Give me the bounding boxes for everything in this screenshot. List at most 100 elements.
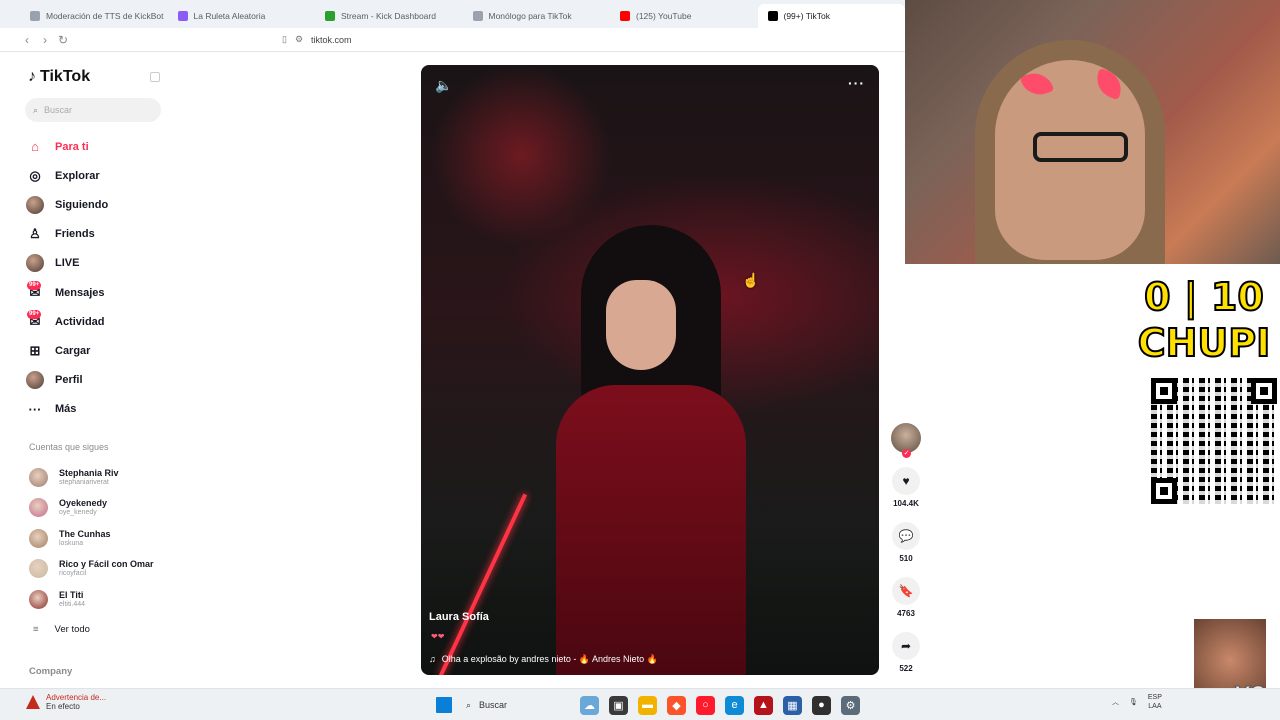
bookmark-icon[interactable]: ▯ <box>282 34 287 45</box>
company-link[interactable]: Company <box>29 666 72 677</box>
brave-browser-icon[interactable]: ◆ <box>667 695 686 715</box>
tab-favicon-icon <box>30 11 40 21</box>
warning-title: Advertencia de... <box>46 693 107 702</box>
see-all-link[interactable]: ≡ Ver todo <box>33 624 90 635</box>
file-explorer-icon[interactable]: ▬ <box>638 695 657 715</box>
bookmark-icon[interactable]: 🔖 <box>892 577 920 605</box>
account-handle: eltiti.444 <box>59 600 86 608</box>
opera-icon[interactable]: ○ <box>696 695 715 715</box>
friends-icon: ♙ <box>29 226 41 242</box>
avatar <box>29 467 48 487</box>
video-author[interactable]: Laura Sofía <box>429 611 489 623</box>
sidebar-item-live[interactable]: LIVE <box>26 249 108 278</box>
tab-label: (99+) TikTok <box>783 11 831 21</box>
sidebar-item-cargar[interactable]: ⊞ Cargar <box>26 336 108 365</box>
back-icon[interactable]: ‹ <box>18 33 36 47</box>
forward-icon[interactable]: › <box>36 33 54 47</box>
widgets-icon[interactable]: ☁ <box>580 695 599 715</box>
sidebar-item-m-s[interactable]: ··· Más <box>26 395 108 424</box>
comment-icon[interactable]: 💬 <box>892 522 920 550</box>
upload-icon: ⊞ <box>29 342 41 358</box>
activity-icon: ✉ 99+ <box>27 309 42 329</box>
taskbar-search-label: Buscar <box>479 700 508 710</box>
search-placeholder: Buscar <box>44 105 73 115</box>
browser-tab[interactable]: La Ruleta Aleatoria <box>168 4 316 28</box>
sidebar-item-label: LIVE <box>55 257 80 270</box>
main-menu: ⌂ Para ti ◎ Explorar Siguiendo ♙ Friends LIVE ✉ 9… <box>26 132 108 424</box>
tab-label: Monólogo para TikTok <box>488 11 572 21</box>
follow-plus-icon[interactable]: ✓ <box>902 449 911 458</box>
sidebar-item-perfil[interactable]: Perfil <box>26 366 108 395</box>
sidebar-item-para-ti[interactable]: ⌂ Para ti <box>26 132 108 161</box>
account-name: Stephania Riv <box>59 467 119 478</box>
share-action[interactable]: ➦ 522 <box>889 632 923 673</box>
qr-code <box>1151 378 1277 504</box>
search-icon: ⌕ <box>33 104 39 115</box>
tab-label: (125) YouTube <box>636 11 692 21</box>
account-handle: oye_kenedy <box>59 509 97 517</box>
taskbar-search[interactable]: ⌕ Buscar <box>462 695 570 715</box>
sidebar-item-label: Actividad <box>55 315 105 328</box>
following-item[interactable]: Stephania Riv stephaniariverat <box>29 462 154 493</box>
bookmark-action[interactable]: 🔖 4763 <box>889 577 923 618</box>
task-view-icon[interactable]: ▣ <box>609 695 628 715</box>
heart-action[interactable]: ♥ 104.4K <box>889 467 923 508</box>
video-caption: ❤❤ <box>431 632 445 641</box>
heart-icon[interactable]: ♥ <box>892 467 920 495</box>
browser-tab[interactable]: (125) YouTube <box>610 4 758 28</box>
edge-icon[interactable]: e <box>725 695 744 715</box>
account-handle: stephaniariverat <box>59 478 109 486</box>
neon-light <box>438 493 528 675</box>
sidebar-item-label: Mensajes <box>55 286 105 299</box>
creator-avatar[interactable]: ✓ <box>891 423 921 458</box>
action-count: 4763 <box>897 609 915 618</box>
score-value: 0 | 10 <box>1143 274 1265 320</box>
following-item[interactable]: El Titi eltiti.444 <box>29 584 154 615</box>
address-bar: ‹ › ↻ ▯ ⚙ tiktok.com <box>0 28 905 52</box>
tiktok-note-icon: ♪ <box>28 68 36 85</box>
site-info-icon[interactable]: ⚙ <box>295 34 303 45</box>
chevron-up-icon[interactable]: ︿ <box>1112 697 1119 707</box>
windows-start-icon[interactable] <box>436 697 452 713</box>
reload-icon[interactable]: ↻ <box>54 33 72 47</box>
video-music[interactable]: ♫ Olha a explosão by andres nieto - 🔥 An… <box>429 654 658 665</box>
list-icon: ≡ <box>33 624 39 635</box>
browser-tab[interactable]: Monólogo para TikTok <box>463 4 611 28</box>
search-input[interactable]: ⌕ Buscar <box>25 98 161 122</box>
sidebar-item-explorar[interactable]: ◎ Explorar <box>26 161 108 190</box>
more-options-icon[interactable]: ··· <box>848 75 865 91</box>
settings-icon[interactable]: ⚙ <box>841 695 860 715</box>
qr-finder <box>1151 478 1177 504</box>
microphone-icon[interactable]: 🎙 <box>1129 698 1138 706</box>
following-item[interactable]: Rico y Fácil con Omar ricoyfacil <box>29 554 154 585</box>
browser-tab[interactable]: (99+) TikTok <box>757 4 905 28</box>
sidebar-item-label: Explorar <box>55 169 100 182</box>
app-icon[interactable]: ▲ <box>754 695 773 715</box>
volume-icon[interactable]: 🔈 <box>435 77 452 94</box>
comment-action[interactable]: 💬 510 <box>889 522 923 563</box>
home-icon: ⌂ <box>31 139 39 155</box>
video-player[interactable]: 🔈 ··· Laura Sofía ❤❤ ♫ Olha a explosão b… <box>421 65 879 675</box>
warning-notification[interactable]: Advertencia de... En efecto <box>26 693 106 711</box>
sidebar-item-label: Friends <box>55 228 95 241</box>
following-item[interactable]: Oyekenedy oye_kenedy <box>29 493 154 524</box>
sidebar-item-mensajes[interactable]: ✉ 99+ Mensajes <box>26 278 108 307</box>
language-indicator[interactable]: ESP LAA <box>1148 693 1162 711</box>
following-item[interactable]: The Cunhas loskuna <box>29 523 154 554</box>
browser-tab[interactable]: Moderación de TTS de KickBot <box>20 4 168 28</box>
browser-tab-bar: Moderación de TTS de KickBot La Ruleta Al… <box>0 0 905 28</box>
tab-label: Stream - Kick Dashboard <box>341 11 436 21</box>
url-text[interactable]: tiktok.com <box>311 35 352 45</box>
sidebar-item-siguiendo[interactable]: Siguiendo <box>26 190 108 219</box>
tiktok-logo[interactable]: ♪ TikTok <box>28 68 90 86</box>
sidebar-item-actividad[interactable]: ✉ 99+ Actividad <box>26 307 108 336</box>
collapse-sidebar-icon[interactable] <box>150 72 160 82</box>
tab-favicon-icon <box>472 11 483 21</box>
avatar <box>29 559 48 579</box>
obs-icon[interactable]: ● <box>812 695 831 715</box>
browser-tab[interactable]: Stream - Kick Dashboard <box>315 4 463 28</box>
store-icon[interactable]: ▦ <box>783 695 802 715</box>
sidebar-item-friends[interactable]: ♙ Friends <box>26 220 108 249</box>
share-icon[interactable]: ➦ <box>892 632 920 660</box>
action-count: 510 <box>899 554 913 563</box>
